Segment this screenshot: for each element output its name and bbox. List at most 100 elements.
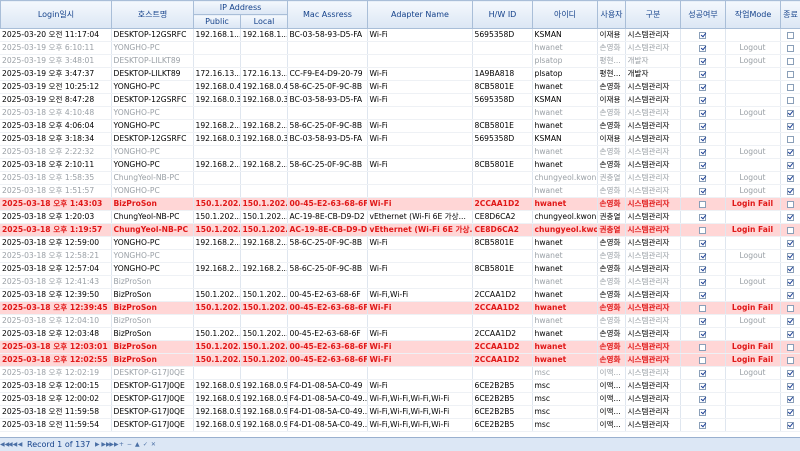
end-checkbox[interactable] bbox=[787, 422, 794, 429]
success-checkbox[interactable] bbox=[699, 162, 706, 169]
end-checkbox[interactable] bbox=[787, 344, 794, 351]
success-checkbox[interactable] bbox=[699, 84, 706, 91]
table-row[interactable]: 2025-03-18 오후 2:10:11YONGHO-PC192.168.2.… bbox=[0, 159, 800, 172]
success-checkbox[interactable] bbox=[699, 123, 706, 130]
col-host[interactable]: 호스트명 bbox=[112, 1, 194, 29]
success-checkbox[interactable] bbox=[699, 318, 706, 325]
success-checkbox[interactable] bbox=[699, 188, 706, 195]
success-checkbox[interactable] bbox=[699, 422, 706, 429]
end-checkbox[interactable] bbox=[787, 97, 794, 104]
end-checkbox[interactable] bbox=[787, 71, 794, 78]
edit-icon[interactable]: ▲ bbox=[133, 441, 141, 448]
table-row[interactable]: 2025-03-18 오후 12:02:55BizProSon150.1.202… bbox=[0, 354, 800, 367]
success-checkbox[interactable] bbox=[699, 58, 706, 65]
table-row[interactable]: 2025-03-18 오후 12:58:21YONGHO-PChwanet손영화… bbox=[0, 250, 800, 263]
table-row[interactable]: 2025-03-18 오후 12:03:01BizProSon150.1.202… bbox=[0, 341, 800, 354]
success-checkbox[interactable] bbox=[699, 71, 706, 78]
success-checkbox[interactable] bbox=[699, 292, 706, 299]
col-type[interactable]: 구분 bbox=[626, 1, 681, 29]
end-checkbox[interactable] bbox=[787, 162, 794, 169]
table-row[interactable]: 2025-03-18 오후 12:39:45BizProSon150.1.202… bbox=[0, 302, 800, 315]
success-checkbox[interactable] bbox=[699, 305, 706, 312]
end-checkbox[interactable] bbox=[787, 188, 794, 195]
success-checkbox[interactable] bbox=[699, 266, 706, 273]
prev-icon[interactable]: ◀ bbox=[16, 441, 24, 448]
end-checkbox[interactable] bbox=[787, 292, 794, 299]
table-row[interactable]: 2025-03-18 오후 2:22:32YONGHO-PChwanet손영화시… bbox=[0, 146, 800, 159]
success-checkbox[interactable] bbox=[699, 214, 706, 221]
table-row[interactable]: 2025-03-18 오후 12:02:19DESKTOP-G17J0QEmsc… bbox=[0, 367, 800, 380]
col-adapter[interactable]: Adapter Name bbox=[368, 1, 473, 29]
end-checkbox[interactable] bbox=[787, 123, 794, 130]
end-checkbox[interactable] bbox=[787, 279, 794, 286]
success-checkbox[interactable] bbox=[699, 110, 706, 117]
end-checkbox[interactable] bbox=[787, 305, 794, 312]
success-checkbox[interactable] bbox=[699, 279, 706, 286]
prev-page-icon[interactable]: ◀◀ bbox=[8, 441, 16, 448]
cancel-icon[interactable]: ✕ bbox=[149, 441, 157, 448]
col-mac[interactable]: Mac Assress bbox=[288, 1, 368, 29]
table-row[interactable]: 2025-03-19 오후 3:47:37DESKTOP-LILKT89172.… bbox=[0, 68, 800, 81]
table-row[interactable]: 2025-03-18 오후 12:39:50BizProSon150.1.202… bbox=[0, 289, 800, 302]
col-login-time[interactable]: Login일시 bbox=[1, 1, 112, 29]
table-row[interactable]: 2025-03-18 오후 12:41:43BizProSonhwanet손영화… bbox=[0, 276, 800, 289]
col-ip-public[interactable]: Public bbox=[194, 15, 241, 29]
end-checkbox[interactable] bbox=[787, 201, 794, 208]
success-checkbox[interactable] bbox=[699, 253, 706, 260]
end-checkbox[interactable] bbox=[787, 318, 794, 325]
table-row[interactable]: 2025-03-18 오후 3:18:34DESKTOP-12GSRFC192.… bbox=[0, 133, 800, 146]
success-checkbox[interactable] bbox=[699, 396, 706, 403]
save-icon[interactable]: ✓ bbox=[141, 441, 149, 448]
end-checkbox[interactable] bbox=[787, 58, 794, 65]
table-row[interactable]: 2025-03-20 오전 11:17:04DESKTOP-12GSRFC192… bbox=[0, 29, 800, 42]
add-icon[interactable]: + bbox=[117, 441, 125, 448]
delete-icon[interactable]: − bbox=[125, 441, 133, 448]
end-checkbox[interactable] bbox=[787, 45, 794, 52]
success-checkbox[interactable] bbox=[699, 240, 706, 247]
end-checkbox[interactable] bbox=[787, 84, 794, 91]
end-checkbox[interactable] bbox=[787, 383, 794, 390]
table-row[interactable]: 2025-03-18 오전 11:59:58DESKTOP-G17J0QE192… bbox=[0, 406, 800, 419]
end-checkbox[interactable] bbox=[787, 214, 794, 221]
table-row[interactable]: 2025-03-19 오후 6:10:11YONGHO-PChwanet손영화시… bbox=[0, 42, 800, 55]
end-checkbox[interactable] bbox=[787, 240, 794, 247]
end-checkbox[interactable] bbox=[787, 396, 794, 403]
success-checkbox[interactable] bbox=[699, 357, 706, 364]
end-checkbox[interactable] bbox=[787, 266, 794, 273]
success-checkbox[interactable] bbox=[699, 175, 706, 182]
success-checkbox[interactable] bbox=[699, 409, 706, 416]
end-checkbox[interactable] bbox=[787, 409, 794, 416]
table-row[interactable]: 2025-03-18 오후 1:58:35ChungYeol-NB-PCchun… bbox=[0, 172, 800, 185]
table-row[interactable]: 2025-03-18 오후 4:06:04YONGHO-PC192.168.2.… bbox=[0, 120, 800, 133]
success-checkbox[interactable] bbox=[699, 97, 706, 104]
table-row[interactable]: 2025-03-18 오후 4:10:48YONGHO-PChwanet손영화시… bbox=[0, 107, 800, 120]
success-checkbox[interactable] bbox=[699, 344, 706, 351]
success-checkbox[interactable] bbox=[699, 149, 706, 156]
end-checkbox[interactable] bbox=[787, 227, 794, 234]
col-mode[interactable]: 작업Mode bbox=[726, 1, 781, 29]
last-icon[interactable]: ▶▶ bbox=[109, 441, 117, 448]
table-row[interactable]: 2025-03-18 오후 1:43:03BizProSon150.1.202.… bbox=[0, 198, 800, 211]
table-row[interactable]: 2025-03-18 오후 1:19:57ChungYeol-NB-PC150.… bbox=[0, 224, 800, 237]
end-checkbox[interactable] bbox=[787, 136, 794, 143]
table-row[interactable]: 2025-03-18 오전 11:59:54DESKTOP-G17J0QE192… bbox=[0, 419, 800, 432]
col-user[interactable]: 사용자 bbox=[598, 1, 626, 29]
table-row[interactable]: 2025-03-18 오후 1:20:03ChungYeol-NB-PC150.… bbox=[0, 211, 800, 224]
success-checkbox[interactable] bbox=[699, 32, 706, 39]
end-checkbox[interactable] bbox=[787, 32, 794, 39]
end-checkbox[interactable] bbox=[787, 370, 794, 377]
success-checkbox[interactable] bbox=[699, 136, 706, 143]
table-row[interactable]: 2025-03-18 오후 12:00:02DESKTOP-G17J0QE192… bbox=[0, 393, 800, 406]
table-row[interactable]: 2025-03-18 오후 12:57:04YONGHO-PC192.168.2… bbox=[0, 263, 800, 276]
success-checkbox[interactable] bbox=[699, 45, 706, 52]
end-checkbox[interactable] bbox=[787, 331, 794, 338]
success-checkbox[interactable] bbox=[699, 370, 706, 377]
col-success[interactable]: 성공여부 bbox=[681, 1, 726, 29]
first-icon[interactable]: ◀◀ bbox=[0, 441, 8, 448]
table-row[interactable]: 2025-03-18 오후 12:00:15DESKTOP-G17J0QE192… bbox=[0, 380, 800, 393]
table-row[interactable]: 2025-03-18 오후 12:59:00YONGHO-PC192.168.2… bbox=[0, 237, 800, 250]
col-end[interactable]: 종료 bbox=[781, 1, 800, 29]
table-row[interactable]: 2025-03-18 오후 12:04:10BizProSonhwanet손영화… bbox=[0, 315, 800, 328]
end-checkbox[interactable] bbox=[787, 357, 794, 364]
end-checkbox[interactable] bbox=[787, 149, 794, 156]
